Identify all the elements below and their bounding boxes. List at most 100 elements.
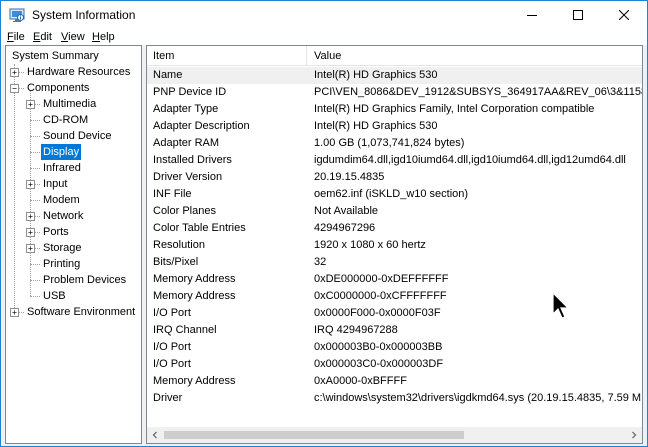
row-item-cell: Adapter RAM (153, 137, 220, 149)
row-item-cell: Driver (153, 392, 183, 404)
tree-item-multimedia[interactable]: Multimedia (41, 96, 98, 112)
row-item-cell: PNP Device ID (153, 86, 227, 98)
row-value-cell: 1920 x 1080 x 60 hertz (314, 239, 426, 251)
table-row[interactable]: IRQ Channel IRQ 4294967288 (147, 322, 642, 339)
row-item-cell: Bits/Pixel (153, 256, 199, 268)
row-value-cell: 0xC0000000-0xCFFFFFFF (314, 290, 447, 302)
tree-connector (30, 264, 40, 265)
tree-item-printing[interactable]: Printing (41, 256, 82, 272)
tree-item-components[interactable]: Components (25, 80, 91, 96)
tree-item-system-summary[interactable]: System Summary (10, 48, 101, 64)
row-item-cell: I/O Port (153, 307, 191, 319)
tree-connector (14, 64, 15, 312)
tree-item-ports[interactable]: Ports (41, 224, 71, 240)
tree-item-modem[interactable]: Modem (41, 192, 82, 208)
table-row[interactable]: Adapter Description Intel(R) HD Graphics … (147, 118, 642, 135)
row-value-cell: igdumdim64.dll,igd10iumd64.dll,igd10iumd… (314, 154, 626, 166)
horizontal-scrollbar[interactable] (147, 427, 642, 443)
tree-item-sound-device[interactable]: Sound Device (41, 128, 114, 144)
expand-icon[interactable]: + (10, 68, 19, 77)
category-tree[interactable]: System Summary Hardware Resources + Compone… (5, 45, 142, 444)
tree-item-label: Problem Devices (43, 274, 127, 286)
row-value-cell: 0xA0000-0xBFFFF (314, 375, 407, 387)
table-row[interactable]: Memory Address 0xA0000-0xBFFFF (147, 373, 642, 390)
tree-connector (30, 90, 31, 296)
row-value-cell: IRQ 4294967288 (314, 324, 398, 336)
close-button[interactable] (601, 1, 647, 29)
row-item-cell: I/O Port (153, 341, 191, 353)
row-value-cell: Not Available (314, 205, 379, 217)
tree-item-label: Ports (43, 226, 69, 238)
tree-item-input[interactable]: Input (41, 176, 69, 192)
tree-item-problem-devices[interactable]: Problem Devices (41, 272, 128, 288)
tree-item-label: Components (27, 82, 90, 94)
title-bar[interactable]: System Information (1, 1, 647, 29)
menu-view[interactable]: View (61, 29, 85, 45)
tree-item-label: Network (43, 210, 84, 222)
menu-file[interactable]: File (7, 29, 25, 45)
tree-item-software-environment[interactable]: Software Environment (25, 304, 137, 320)
details-header: Item Value (147, 46, 642, 66)
menu-edit[interactable]: Edit (33, 29, 52, 45)
row-value-cell: 0x000003B0-0x000003BB (314, 341, 443, 353)
expand-icon[interactable]: + (26, 100, 35, 109)
table-row[interactable]: Bits/Pixel 32 (147, 254, 642, 271)
expand-icon[interactable]: + (26, 244, 35, 253)
chevron-right-icon (632, 431, 637, 439)
tree-connector (30, 152, 40, 153)
mouse-pointer-icon (552, 292, 570, 319)
table-row[interactable]: Color Planes Not Available (147, 203, 642, 220)
tree-item-infrared[interactable]: Infrared (41, 160, 83, 176)
column-header-value[interactable]: Value (314, 46, 341, 66)
table-row[interactable]: I/O Port 0x000003B0-0x000003BB (147, 339, 642, 356)
table-row[interactable]: Adapter Type Intel(R) HD Graphics Family,… (147, 101, 642, 118)
column-header-item[interactable]: Item (153, 46, 174, 66)
table-row[interactable]: Installed Drivers igdumdim64.dll,igd10ium… (147, 152, 642, 169)
maximize-button[interactable] (555, 1, 601, 29)
row-item-cell: INF File (153, 188, 192, 200)
table-row[interactable]: Color Table Entries 4294967296 (147, 220, 642, 237)
row-item-cell: Name (153, 69, 183, 81)
table-row[interactable]: I/O Port 0x000003C0-0x000003DF (147, 356, 642, 373)
row-item-cell: IRQ Channel (153, 324, 217, 336)
tree-item-storage[interactable]: Storage (41, 240, 84, 256)
tree-connector (30, 136, 40, 137)
table-row[interactable]: PNP Device ID PCI\VEN_8086&DEV_1912&SUBSY… (147, 84, 642, 101)
menu-help[interactable]: Help (92, 29, 115, 45)
row-item-cell: Adapter Type (153, 103, 219, 115)
table-row[interactable]: Resolution 1920 x 1080 x 60 hertz (147, 237, 642, 254)
row-value-cell: 0x0000F000-0x0000F03F (314, 307, 441, 319)
expand-icon[interactable]: + (10, 308, 19, 317)
tree-connector (30, 296, 40, 297)
system-information-icon (9, 8, 25, 22)
collapse-icon[interactable]: − (10, 84, 19, 93)
table-row[interactable]: Driver c:\windows\system32\drivers\igdkmd… (147, 390, 642, 407)
tree-item-cd-rom[interactable]: CD-ROM (41, 112, 90, 128)
row-value-cell: oem62.inf (iSKLD_w10 section) (314, 188, 469, 200)
expand-icon[interactable]: + (26, 228, 35, 237)
table-row[interactable]: Memory Address 0xDE000000-0xDEFFFFFF (147, 271, 642, 288)
tree-item-network[interactable]: Network (41, 208, 85, 224)
row-value-cell: c:\windows\system32\drivers\igdkmd64.sys… (314, 392, 643, 404)
minimize-button[interactable] (509, 1, 555, 29)
menu-bar: File Edit View Help (1, 29, 647, 45)
row-value-cell: 1.00 GB (1,073,741,824 bytes) (314, 137, 465, 149)
tree-item-label: Sound Device (43, 130, 112, 142)
row-value-cell: 4294967296 (314, 222, 376, 234)
tree-item-usb[interactable]: USB (41, 288, 68, 304)
expand-icon[interactable]: + (26, 212, 35, 221)
column-divider[interactable] (306, 46, 307, 66)
row-value-cell: 20.19.15.4835 (314, 171, 385, 183)
tree-item-display[interactable]: Display (41, 144, 82, 160)
table-row[interactable]: Driver Version 20.19.15.4835 (147, 169, 642, 186)
tree-item-hardware-resources[interactable]: Hardware Resources (25, 64, 132, 80)
scroll-left-button[interactable] (147, 427, 163, 443)
table-row[interactable]: INF File oem62.inf (iSKLD_w10 section) (147, 186, 642, 203)
details-list[interactable]: Item Value Name Intel(R) HD Graphics 530 P… (146, 45, 643, 444)
scrollbar-thumb[interactable] (164, 431, 464, 439)
expand-icon[interactable]: + (26, 180, 35, 189)
table-row[interactable]: Name Intel(R) HD Graphics 530 (147, 67, 642, 84)
scroll-right-button[interactable] (626, 427, 642, 443)
tree-item-label: USB (43, 290, 66, 302)
table-row[interactable]: Adapter RAM 1.00 GB (1,073,741,824 bytes) (147, 135, 642, 152)
